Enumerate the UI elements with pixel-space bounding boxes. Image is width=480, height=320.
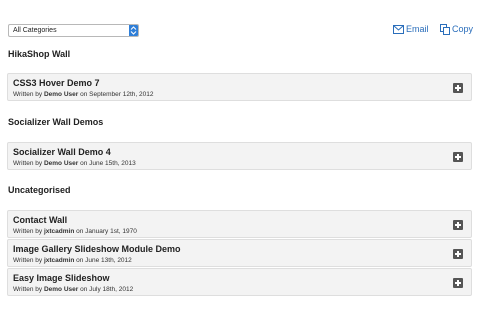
item-date: July 18th, 2012 [89, 286, 134, 293]
category-select[interactable]: All Categories [8, 24, 139, 37]
chevron-updown-icon [129, 25, 138, 36]
item-date: June 13th, 2012 [85, 257, 132, 264]
written-by-label: Written by [13, 160, 43, 167]
copy-icon [440, 23, 450, 35]
plus-square-icon[interactable] [453, 83, 463, 93]
item-title[interactable]: Easy Image Slideshow [13, 273, 110, 283]
section-title: Socializer Wall Demos [8, 117, 104, 127]
written-by-label: Written by [13, 257, 43, 264]
item-date: June 15th, 2013 [89, 160, 136, 167]
item-meta: Written by Demo User on July 18th, 2012 [13, 286, 133, 293]
item-meta: Written by Demo User on June 15th, 2013 [13, 160, 136, 167]
copy-link[interactable]: Copy [440, 23, 473, 35]
list-item[interactable]: Easy Image Slideshow Written by Demo Use… [7, 268, 472, 296]
written-by-label: Written by [13, 228, 43, 235]
on-label: on [80, 286, 88, 293]
item-meta: Written by jxtcadmin on June 13th, 2012 [13, 257, 132, 264]
plus-square-icon[interactable] [453, 278, 463, 288]
list-item[interactable]: Image Gallery Slideshow Module Demo Writ… [7, 239, 472, 267]
item-title[interactable]: Contact Wall [13, 215, 67, 225]
on-label: on [80, 160, 88, 167]
item-title[interactable]: Socializer Wall Demo 4 [13, 147, 111, 157]
toolbar: All Categories Email Copy [0, 0, 480, 44]
list-item[interactable]: Contact Wall Written by jxtcadmin on Jan… [7, 210, 472, 238]
list-item[interactable]: Socializer Wall Demo 4 Written by Demo U… [7, 142, 472, 170]
item-meta: Written by jxtcadmin on January 1st, 197… [13, 228, 137, 235]
item-author: jxtcadmin [43, 228, 75, 235]
email-link[interactable]: Email [393, 23, 429, 35]
plus-square-icon[interactable] [453, 152, 463, 162]
item-title[interactable]: Image Gallery Slideshow Module Demo [13, 244, 181, 254]
section-title: HikaShop Wall [8, 49, 71, 59]
item-author: Demo User [43, 286, 79, 293]
written-by-label: Written by [13, 91, 43, 98]
plus-square-icon[interactable] [453, 249, 463, 259]
item-meta: Written by Demo User on September 12th, … [13, 91, 153, 98]
on-label: on [80, 91, 88, 98]
copy-label: Copy [452, 24, 474, 34]
on-label: on [76, 228, 84, 235]
list-item[interactable]: CSS3 Hover Demo 7 Written by Demo User o… [7, 73, 472, 101]
written-by-label: Written by [13, 286, 43, 293]
item-author: Demo User [43, 91, 79, 98]
item-author: Demo User [43, 160, 79, 167]
category-select-value: All Categories [13, 27, 57, 34]
item-date: September 12th, 2012 [89, 91, 154, 98]
item-title[interactable]: CSS3 Hover Demo 7 [13, 78, 100, 88]
section-title: Uncategorised [8, 185, 71, 195]
email-label: Email [406, 24, 429, 34]
plus-square-icon[interactable] [453, 220, 463, 230]
item-date: January 1st, 1970 [85, 228, 137, 235]
on-label: on [76, 257, 84, 264]
envelope-icon [393, 24, 404, 34]
item-author: jxtcadmin [43, 257, 75, 264]
